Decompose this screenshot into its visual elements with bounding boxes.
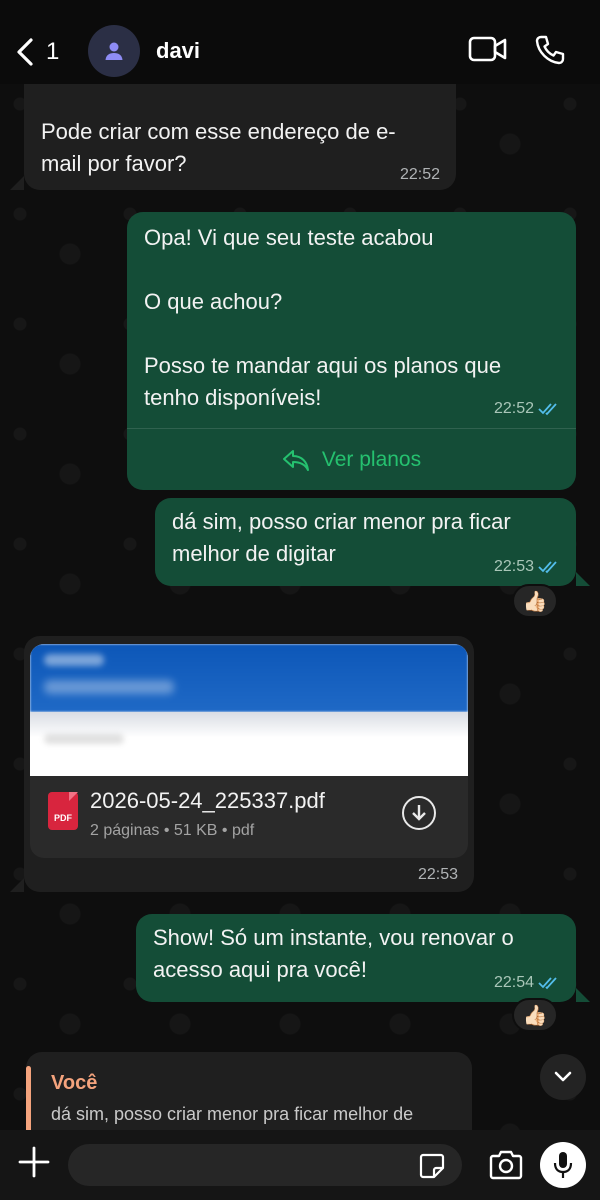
chat-header: 1 davi — [0, 0, 600, 84]
message-bubble-outgoing[interactable]: Opa! Vi que seu teste acabou O que achou… — [127, 212, 576, 490]
message-text: dá sim, posso criar menor pra ficar melh… — [172, 509, 511, 566]
chevron-left-icon — [17, 38, 33, 66]
reply-author: Você — [51, 1072, 98, 1094]
message-input[interactable] — [68, 1144, 462, 1186]
video-call-button[interactable] — [468, 34, 508, 64]
chat-area[interactable]: Pode criar com esse endereço de e- mail … — [0, 84, 600, 1130]
bubble-tail — [10, 878, 24, 892]
scroll-down-button[interactable] — [540, 1054, 586, 1100]
avatar[interactable] — [88, 25, 140, 77]
document-preview[interactable] — [30, 644, 468, 776]
message-time: 22:52 — [399, 166, 440, 183]
reply-text: dá sim, posso criar menor pra ficar melh… — [51, 1104, 414, 1124]
download-arrow-icon — [412, 805, 426, 821]
plus-icon[interactable] — [16, 1144, 52, 1180]
bubble-tail — [10, 176, 24, 190]
download-button[interactable] — [402, 796, 436, 830]
document-info[interactable]: PDF 2026-05-24_225337.pdf 2 páginas • 51… — [30, 776, 468, 858]
person-icon — [105, 42, 123, 60]
double-check-icon — [538, 977, 557, 990]
document-file-name: 2026-05-24_225337.pdf — [90, 788, 325, 813]
reaction-badge[interactable]: 👍🏻 — [512, 584, 558, 618]
reply-arrow-icon — [282, 450, 309, 471]
composer-bar — [0, 1130, 600, 1200]
contact-name[interactable]: davi — [156, 38, 200, 64]
ver-planos-button[interactable]: Ver planos — [127, 442, 576, 478]
message-time: 22:53 — [417, 866, 458, 883]
bubble-tail — [576, 572, 590, 586]
message-bubble-incoming[interactable]: Pode criar com esse endereço de e- mail … — [24, 84, 456, 190]
chevron-down-icon — [554, 1071, 572, 1082]
message-text: Opa! Vi que seu teste acabou O que achou… — [144, 225, 502, 410]
reply-accent-bar — [26, 1066, 31, 1130]
button-label: Ver planos — [321, 448, 422, 471]
video-camera-icon — [468, 36, 507, 62]
message-bubble-outgoing[interactable]: dá sim, posso criar menor pra ficar melh… — [155, 498, 576, 586]
double-check-icon — [538, 403, 557, 416]
message-bubble-outgoing[interactable]: Show! Só um instante, vou renovar o aces… — [136, 914, 576, 1002]
divider — [127, 428, 576, 429]
microphone-button[interactable] — [540, 1142, 586, 1188]
microphone-icon — [553, 1152, 573, 1178]
voice-call-button[interactable] — [534, 34, 566, 66]
double-check-icon — [538, 561, 557, 574]
pdf-icon: PDF — [48, 792, 78, 830]
message-time: 22:52 — [494, 400, 560, 418]
unread-count: 1 — [46, 38, 60, 65]
phone-icon — [535, 35, 565, 65]
reaction-badge[interactable]: 👍🏻 — [512, 998, 558, 1032]
message-time: 22:53 — [494, 558, 560, 576]
message-text: Show! Só um instante, vou renovar o aces… — [153, 925, 514, 982]
sticker-icon[interactable] — [418, 1152, 446, 1180]
back-button[interactable]: 1 — [14, 34, 74, 70]
document-meta: 2 páginas • 51 KB • pdf — [90, 822, 255, 839]
message-text: Pode criar com esse endereço de e- mail … — [41, 119, 396, 176]
quoted-reply-bubble[interactable]: Você dá sim, posso criar menor pra ficar… — [26, 1052, 472, 1130]
camera-icon[interactable] — [488, 1150, 524, 1180]
message-time: 22:54 — [494, 974, 560, 992]
bubble-tail — [576, 988, 590, 1002]
